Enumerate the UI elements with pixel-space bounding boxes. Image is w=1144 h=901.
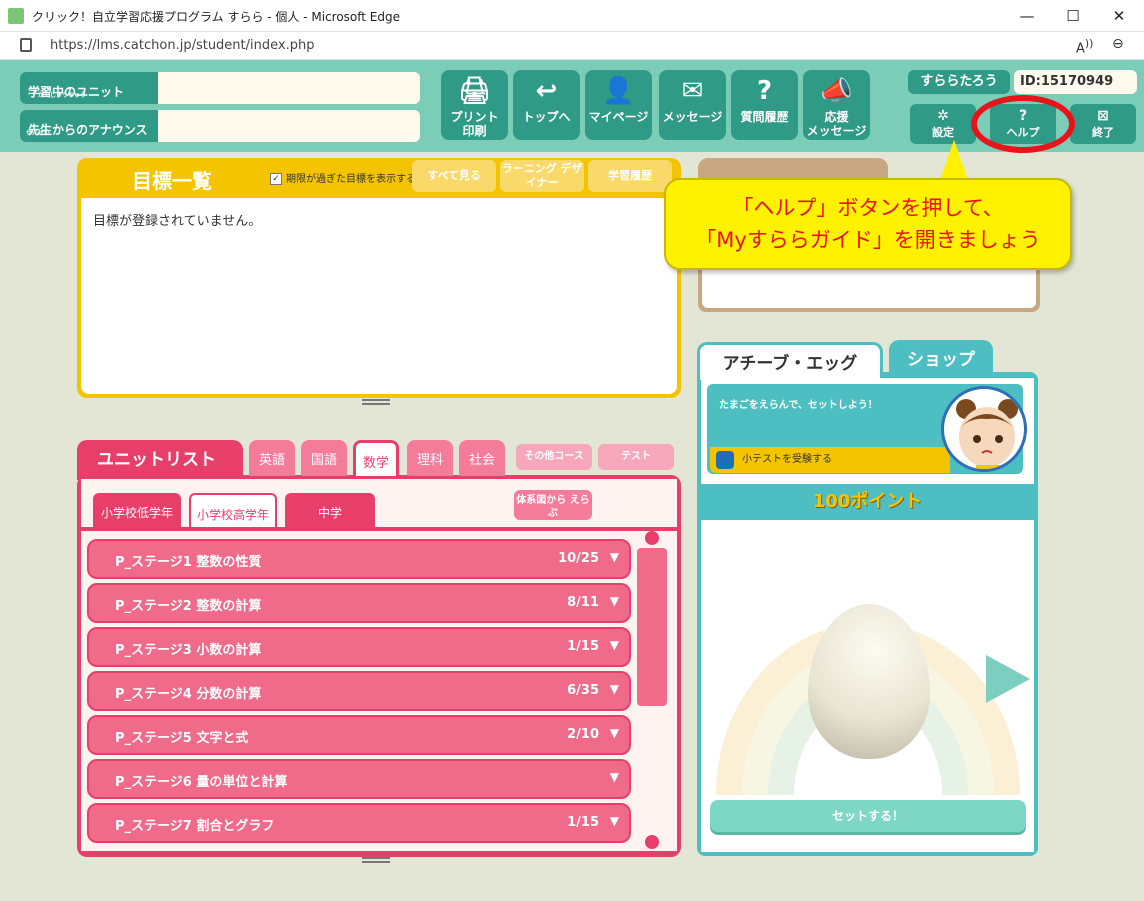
message-button[interactable]: ✉ メッセージ: [659, 70, 726, 140]
announce-ruby: せんせい: [26, 130, 51, 137]
scroll-bottom-dot[interactable]: [645, 835, 659, 849]
app-icon: [8, 8, 24, 24]
expand-arrow-icon: ▼: [609, 638, 619, 652]
choose-from-map-button[interactable]: 体系図から えらぶ: [514, 490, 592, 520]
tab-lower-elementary[interactable]: 小学校低学年: [93, 493, 181, 527]
character-avatar: [941, 386, 1027, 472]
cheer-message-button[interactable]: 📣 応援 メッセージ: [803, 70, 870, 140]
address-bar[interactable]: https://lms.catchon.jp/student/index.php…: [0, 32, 1144, 60]
zoom-icon[interactable]: ⊖: [1112, 36, 1124, 52]
list-item[interactable]: P_ステージ3 小数の計算 1/15 ▼: [87, 627, 631, 667]
close-button[interactable]: ✕: [1096, 4, 1142, 28]
unit-list-title: ユニットリスト: [77, 440, 243, 480]
url-text: https://lms.catchon.jp/student/index.php: [50, 38, 315, 53]
history-button[interactable]: 学習履歴: [588, 160, 672, 192]
test-button[interactable]: テスト: [598, 444, 674, 470]
expand-arrow-icon: ▼: [609, 550, 619, 564]
close-box-icon: ⊠: [1097, 108, 1109, 124]
tooltip-line-2: 「Myすららガイド」を開きましょう: [695, 228, 1041, 252]
list-item[interactable]: P_ステージ2 整数の計算 8/11 ▼: [87, 583, 631, 623]
tab-math[interactable]: 数学: [353, 440, 399, 476]
current-unit-field: がくしゅうちゅう 学習中のユニット: [20, 72, 420, 104]
list-item[interactable]: P_ステージ1 整数の性質 10/25 ▼: [87, 539, 631, 579]
show-expired-checkbox[interactable]: ✓ 期限が過ぎた目標を表示する: [270, 170, 416, 185]
expand-arrow-icon: ▼: [609, 770, 619, 784]
expand-arrow-icon: ▼: [609, 726, 619, 740]
goals-resize-handle[interactable]: [362, 399, 390, 405]
expand-arrow-icon: ▼: [609, 814, 619, 828]
return-icon: ↩: [535, 76, 558, 106]
user-name: すららたろう: [908, 70, 1010, 94]
list-item[interactable]: P_ステージ4 分数の計算 6/35 ▼: [87, 671, 631, 711]
maximize-button[interactable]: ☐: [1050, 4, 1096, 28]
question-icon: ?: [756, 76, 773, 106]
quit-button[interactable]: ⊠ 終了: [1070, 104, 1136, 144]
printer-icon: 🖨: [457, 76, 491, 106]
unit-list: P_ステージ1 整数の性質 10/25 ▼ P_ステージ2 整数の計算 8/11 ▼ P…: [81, 531, 677, 851]
see-all-button[interactable]: すべて見る: [412, 160, 496, 192]
next-arrow-icon[interactable]: [986, 655, 1030, 703]
unit-list-resize-handle[interactable]: [362, 857, 390, 863]
tab-social[interactable]: 社会: [459, 440, 505, 476]
tab-shop[interactable]: ショップ: [889, 340, 993, 378]
unit-ruby: がくしゅうちゅう: [38, 92, 87, 99]
scroll-top-dot[interactable]: [645, 531, 659, 545]
megaphone-icon: 📣: [820, 76, 853, 106]
announce-field: せんせい 先生からのアナウンス: [20, 110, 420, 142]
tab-english[interactable]: 英語: [249, 440, 295, 476]
goals-empty-text: 目標が登録されていません。: [93, 214, 262, 229]
learning-designer-button[interactable]: ラーニング デザイナー: [500, 160, 584, 192]
points-display: 100ポイント: [701, 484, 1034, 520]
tab-junior-high[interactable]: 中学: [285, 493, 375, 527]
goals-title: 目標一覧: [77, 158, 267, 198]
envelope-icon: ✉: [681, 76, 704, 106]
flag-icon: [716, 451, 734, 469]
question-history-button[interactable]: ? 質問履歴: [731, 70, 798, 140]
top-button[interactable]: ↩ トップへ: [513, 70, 580, 140]
scrollbar-thumb[interactable]: [637, 548, 667, 706]
tab-science[interactable]: 理科: [407, 440, 453, 476]
tooltip-line-1: 「ヘルプ」ボタンを押して、: [732, 196, 1004, 220]
expand-arrow-icon: ▼: [609, 682, 619, 696]
mini-test-link[interactable]: 小テストを受験する: [710, 447, 950, 473]
list-item[interactable]: P_ステージ7 割合とグラフ 1/15 ▼: [87, 803, 631, 843]
print-button[interactable]: 🖨 プリント 印刷: [441, 70, 508, 140]
read-aloud-icon[interactable]: A)): [1076, 37, 1093, 56]
list-item[interactable]: P_ステージ6 量の単位と計算 ▼: [87, 759, 631, 799]
checkbox-icon[interactable]: ✓: [270, 173, 282, 185]
list-item[interactable]: P_ステージ5 文字と式 2/10 ▼: [87, 715, 631, 755]
help-highlight-circle: [971, 95, 1075, 153]
set-button[interactable]: セットする！: [710, 800, 1026, 832]
tab-achieve-egg[interactable]: アチーブ・エッグ: [697, 342, 883, 380]
settings-button[interactable]: ✲ 設定: [910, 104, 976, 144]
window-title: クリック！自立学習応援プログラム すらら - 個人 - Microsoft Ed…: [32, 10, 400, 24]
minimize-button[interactable]: —: [1004, 4, 1050, 28]
tooltip-pointer: [940, 140, 968, 180]
expand-arrow-icon: ▼: [609, 594, 619, 608]
lock-icon: [20, 38, 32, 52]
user-id: ID:15170949: [1014, 70, 1137, 94]
help-tooltip: 「ヘルプ」ボタンを押して、 「Myすららガイド」を開きましょう: [664, 178, 1072, 270]
goals-body: 目標が登録されていません。: [81, 198, 677, 394]
person-icon: 👤: [602, 76, 635, 106]
other-course-button[interactable]: その他コース: [516, 444, 592, 470]
tab-japanese[interactable]: 国語: [301, 440, 347, 476]
gear-icon: ✲: [937, 108, 949, 124]
tab-upper-elementary[interactable]: 小学校高学年: [189, 493, 277, 527]
title-bar: クリック！自立学習応援プログラム すらら - 個人 - Microsoft Ed…: [0, 0, 1144, 32]
mypage-button[interactable]: 👤 マイページ: [585, 70, 652, 140]
